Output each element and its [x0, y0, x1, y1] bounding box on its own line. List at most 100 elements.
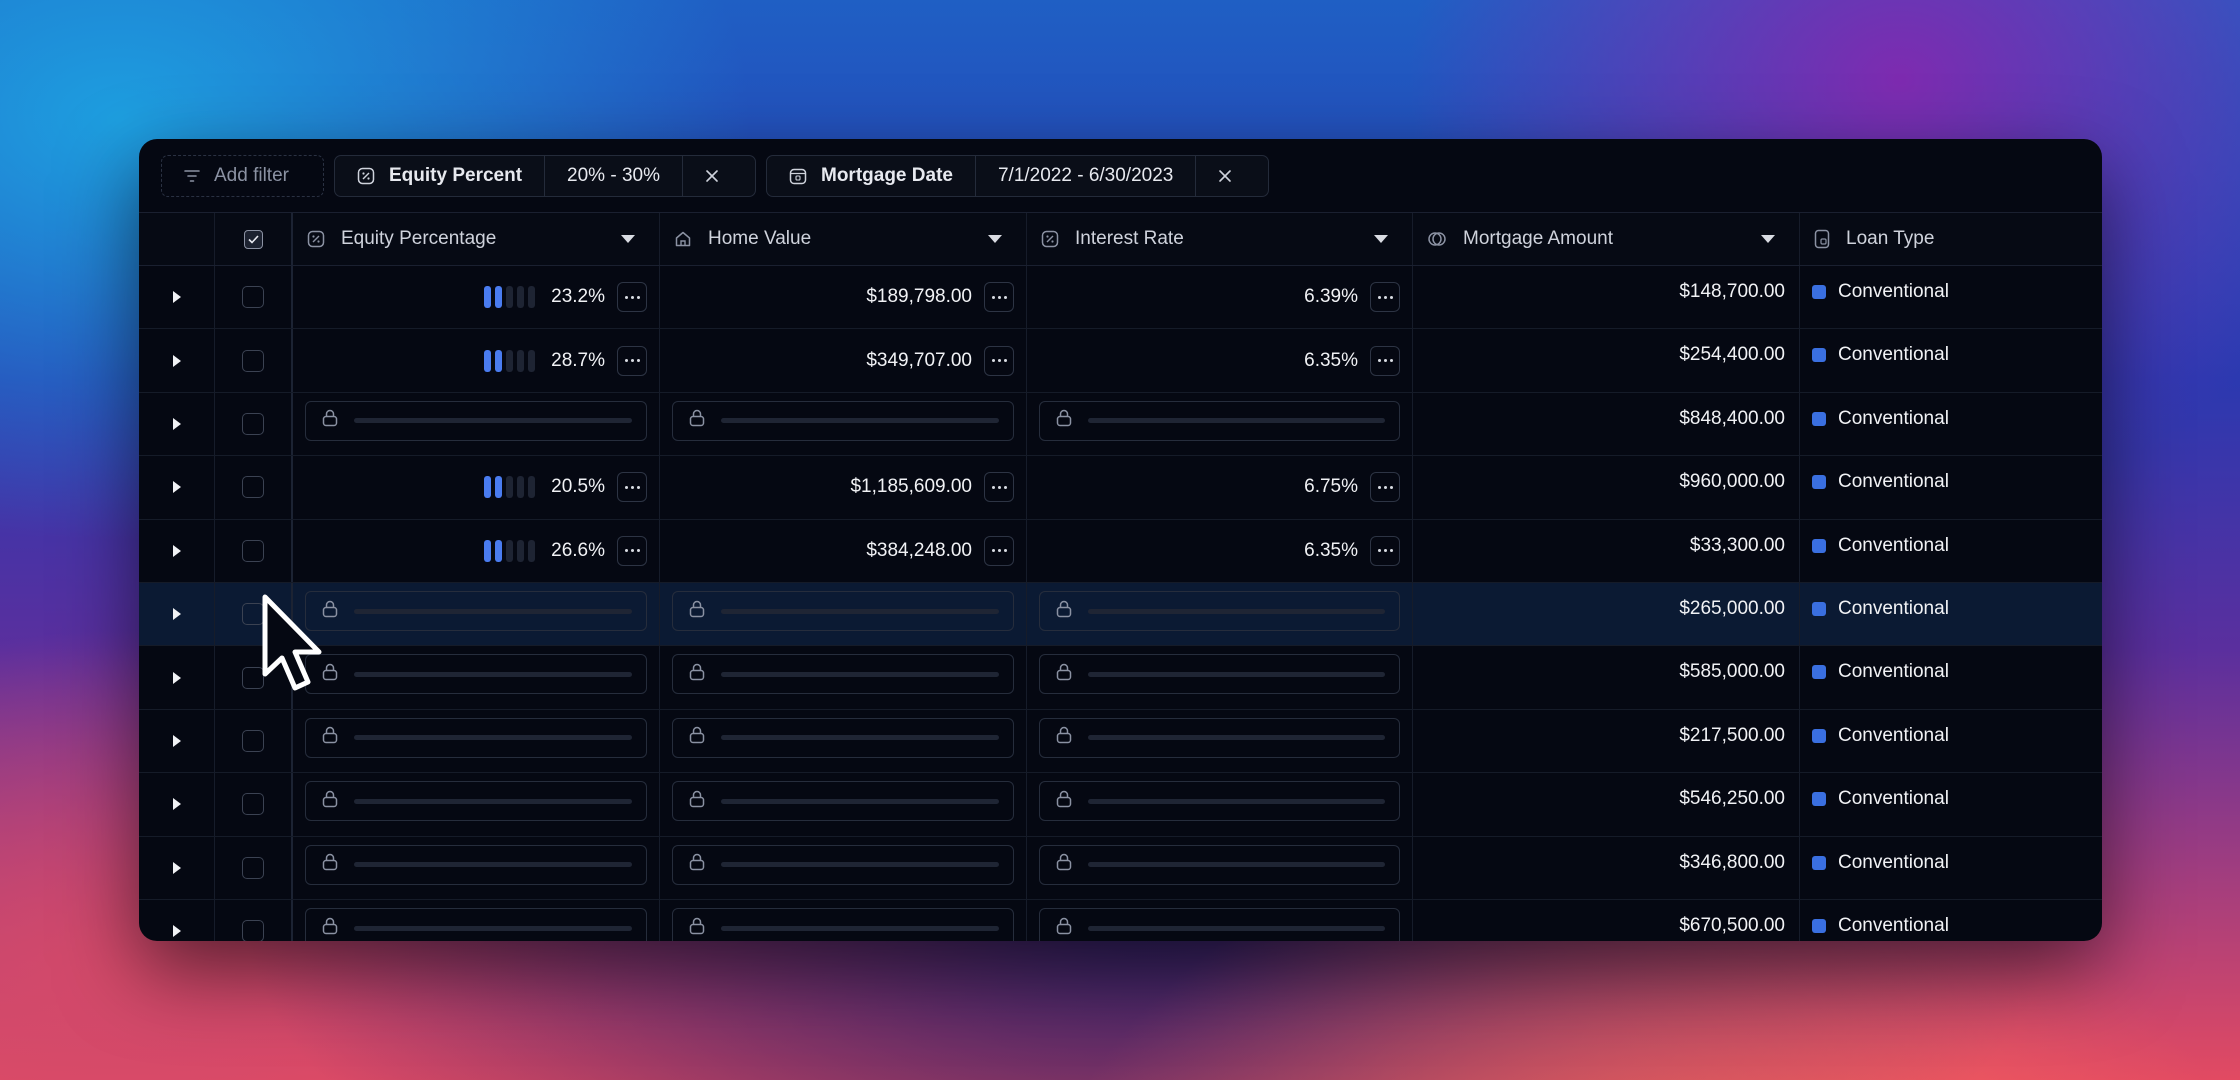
more-dots-button[interactable]: [984, 345, 1014, 376]
row-select-cell[interactable]: [215, 456, 293, 519]
select-all-checkbox[interactable]: [243, 229, 263, 249]
column-menu-caret-icon[interactable]: [621, 235, 635, 243]
more-dots-button[interactable]: [984, 535, 1014, 566]
row-expand-cell[interactable]: [139, 773, 215, 836]
locked-equity-field[interactable]: [305, 654, 647, 695]
play-triangle-icon[interactable]: [172, 544, 181, 557]
row-expand-cell[interactable]: [139, 329, 215, 392]
table-row[interactable]: $670,500.00 Conventional: [139, 900, 2102, 941]
locked-home-value-field[interactable]: [672, 400, 1014, 441]
home-value-cell[interactable]: $349,707.00: [660, 329, 1027, 392]
more-dots-button[interactable]: [617, 535, 647, 566]
row-expand-cell[interactable]: [139, 646, 215, 709]
row-expand-cell[interactable]: [139, 392, 215, 456]
loan-type-cell[interactable]: Conventional: [1800, 773, 2102, 835]
mortgage-amount-cell[interactable]: $848,400.00: [1413, 392, 1800, 456]
play-triangle-icon[interactable]: [172, 608, 181, 621]
column-menu-caret-icon[interactable]: [1761, 235, 1775, 243]
column-header-interest-rate[interactable]: Interest Rate: [1027, 213, 1413, 265]
equity-cell[interactable]: 26.6%: [293, 519, 660, 582]
loan-type-cell[interactable]: Conventional: [1800, 456, 2102, 518]
mortgage-amount-cell[interactable]: $265,000.00: [1413, 583, 1800, 646]
locked-interest-rate-field[interactable]: [1039, 844, 1400, 885]
locked-interest-rate-field[interactable]: [1039, 717, 1400, 758]
row-select-cell[interactable]: [215, 773, 293, 836]
table-row[interactable]: $848,400.00 Conventional: [139, 392, 2102, 457]
locked-interest-rate-field[interactable]: [1039, 400, 1400, 441]
column-header-loan-type[interactable]: Loan Type: [1800, 213, 2102, 265]
play-triangle-icon[interactable]: [172, 481, 181, 494]
locked-equity-field[interactable]: [305, 781, 647, 822]
play-triangle-icon[interactable]: [172, 798, 181, 811]
table-row[interactable]: 28.7% $349,707.00 6.35% $254,400.00 Conventi…: [139, 329, 2102, 393]
table-row[interactable]: $265,000.00 Conventional: [139, 583, 2102, 647]
table-row[interactable]: 20.5% $1,185,609.00 6.75% $960,000.00 Conven…: [139, 456, 2102, 520]
mortgage-date-filter-chip[interactable]: Mortgage Date 7/1/2022 - 6/30/2023: [766, 154, 1270, 197]
interest-rate-cell[interactable]: 6.35%: [1027, 519, 1413, 582]
mortgage-amount-cell[interactable]: $546,250.00: [1413, 773, 1800, 836]
add-filter-button[interactable]: Add filter: [161, 154, 324, 197]
mortgage-amount-cell[interactable]: $585,000.00: [1413, 646, 1800, 709]
equity-filter-chip[interactable]: Equity Percent 20% - 30%: [334, 154, 756, 197]
loan-type-cell[interactable]: Conventional: [1800, 393, 2102, 455]
mortgage-date-filter-label-seg[interactable]: Mortgage Date: [767, 155, 976, 196]
locked-home-value-field[interactable]: [672, 654, 1014, 695]
row-checkbox[interactable]: [242, 920, 264, 941]
table-row[interactable]: $217,500.00 Conventional: [139, 709, 2102, 774]
row-expand-cell[interactable]: [139, 519, 215, 582]
more-dots-button[interactable]: [617, 472, 647, 503]
more-dots-button[interactable]: [617, 345, 647, 376]
column-header-mortgage-amount[interactable]: Mortgage Amount: [1413, 213, 1800, 265]
more-dots-button[interactable]: [1370, 345, 1400, 376]
locked-home-value-field[interactable]: [672, 717, 1014, 758]
more-dots-button[interactable]: [984, 282, 1014, 313]
loan-type-cell[interactable]: Conventional: [1800, 646, 2102, 708]
row-expand-cell[interactable]: [139, 836, 215, 899]
row-expand-cell[interactable]: [139, 900, 215, 941]
interest-rate-cell[interactable]: 6.75%: [1027, 456, 1413, 519]
mortgage-amount-cell[interactable]: $346,800.00: [1413, 836, 1800, 899]
mortgage-date-filter-remove-button[interactable]: [1196, 156, 1268, 196]
loan-type-cell[interactable]: Conventional: [1800, 329, 2102, 391]
row-checkbox[interactable]: [242, 539, 264, 562]
home-value-cell[interactable]: $1,185,609.00: [660, 456, 1027, 519]
loan-type-cell[interactable]: Conventional: [1800, 583, 2102, 645]
column-menu-caret-icon[interactable]: [988, 235, 1002, 243]
row-checkbox[interactable]: [242, 793, 264, 816]
locked-equity-field[interactable]: [305, 844, 647, 885]
interest-rate-cell[interactable]: 6.35%: [1027, 329, 1413, 392]
locked-equity-field[interactable]: [305, 908, 647, 941]
column-menu-caret-icon[interactable]: [1374, 235, 1388, 243]
mortgage-amount-cell[interactable]: $670,500.00: [1413, 900, 1800, 941]
row-checkbox[interactable]: [242, 349, 264, 372]
more-dots-button[interactable]: [617, 282, 647, 313]
locked-interest-rate-field[interactable]: [1039, 781, 1400, 822]
locked-equity-field[interactable]: [305, 717, 647, 758]
locked-home-value-field[interactable]: [672, 844, 1014, 885]
row-select-cell[interactable]: [215, 266, 293, 329]
play-triangle-icon[interactable]: [172, 354, 181, 367]
loan-type-cell[interactable]: Conventional: [1800, 837, 2102, 899]
play-triangle-icon[interactable]: [172, 671, 181, 684]
header-select-all-cell[interactable]: [215, 213, 293, 265]
equity-cell[interactable]: 20.5%: [293, 456, 660, 519]
locked-interest-rate-field[interactable]: [1039, 654, 1400, 695]
row-select-cell[interactable]: [215, 709, 293, 773]
locked-equity-field[interactable]: [305, 591, 647, 631]
home-value-cell[interactable]: $384,248.00: [660, 519, 1027, 582]
row-select-cell[interactable]: [215, 329, 293, 392]
locked-home-value-field[interactable]: [672, 591, 1014, 631]
locked-interest-rate-field[interactable]: [1039, 908, 1400, 941]
row-select-cell[interactable]: [215, 900, 293, 941]
home-value-cell[interactable]: $189,798.00: [660, 266, 1027, 329]
more-dots-button[interactable]: [1370, 535, 1400, 566]
mortgage-amount-cell[interactable]: $254,400.00: [1413, 329, 1800, 392]
loan-type-cell[interactable]: Conventional: [1800, 900, 2102, 941]
play-triangle-icon[interactable]: [172, 417, 181, 430]
table-row[interactable]: $585,000.00 Conventional: [139, 646, 2102, 710]
row-expand-cell[interactable]: [139, 456, 215, 519]
equity-filter-value[interactable]: 20% - 30%: [545, 155, 683, 196]
row-expand-cell[interactable]: [139, 709, 215, 773]
table-row[interactable]: $546,250.00 Conventional: [139, 773, 2102, 837]
loan-type-cell[interactable]: Conventional: [1800, 266, 2102, 328]
